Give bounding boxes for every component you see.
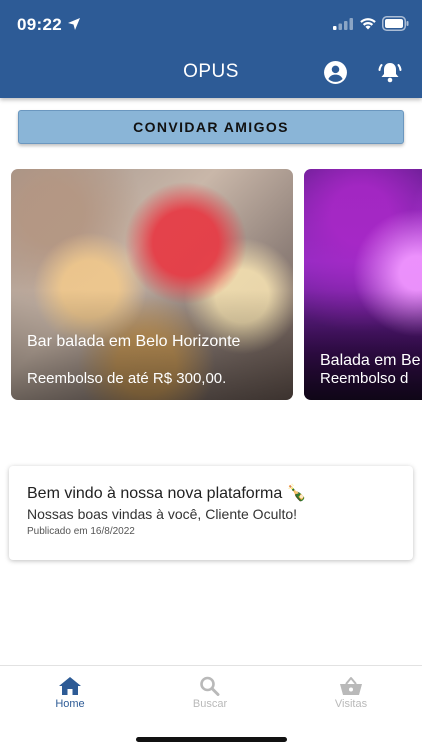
app-title: OPUS (183, 61, 239, 82)
wifi-icon (360, 18, 376, 30)
tab-home-label: Home (55, 698, 85, 710)
offer-card-subtitle: Reembolso de até R$ 300,00. (27, 370, 227, 387)
news-body: Nossas boas vindas à você, Cliente Ocult… (27, 506, 298, 522)
location-arrow-icon (68, 18, 80, 30)
tab-search-label: Buscar (192, 698, 228, 710)
offer-card[interactable]: Balada em Be Reembolso d (304, 169, 422, 400)
offer-card-title: Balada em Be (320, 352, 421, 369)
tab-visits-label: Visitas (334, 698, 368, 710)
news-card[interactable]: Bem vindo à nossa nova plataforma 🍾 Noss… (9, 466, 413, 560)
offer-card[interactable]: Bar balada em Belo Horizonte Reembolso d… (11, 169, 293, 400)
invite-friends-button[interactable]: CONVIDAR AMIGOS (18, 110, 404, 144)
bell-icon[interactable] (377, 59, 403, 85)
battery-icon (382, 16, 409, 31)
cellular-signal-icon (333, 18, 353, 30)
app-header: 09:22 OPUS (0, 0, 422, 98)
search-icon (200, 676, 220, 696)
home-icon (59, 677, 81, 695)
offers-carousel[interactable]: Bar balada em Belo Horizonte Reembolso d… (0, 169, 422, 401)
status-time: 09:22 (17, 15, 62, 34)
account-icon[interactable] (323, 60, 348, 85)
news-date: Publicado em 16/8/2022 (27, 526, 135, 537)
tab-search[interactable]: Buscar (170, 676, 250, 710)
home-indicator[interactable] (136, 737, 287, 742)
tab-visits[interactable]: Visitas (311, 676, 391, 710)
tab-home[interactable]: Home (30, 676, 110, 710)
status-bar: 09:22 (0, 0, 422, 48)
offer-card-subtitle: Reembolso d (320, 370, 409, 387)
offer-card-title: Bar balada em Belo Horizonte (27, 333, 241, 350)
basket-icon (340, 677, 362, 695)
news-title: Bem vindo à nossa nova plataforma 🍾 (27, 485, 307, 502)
